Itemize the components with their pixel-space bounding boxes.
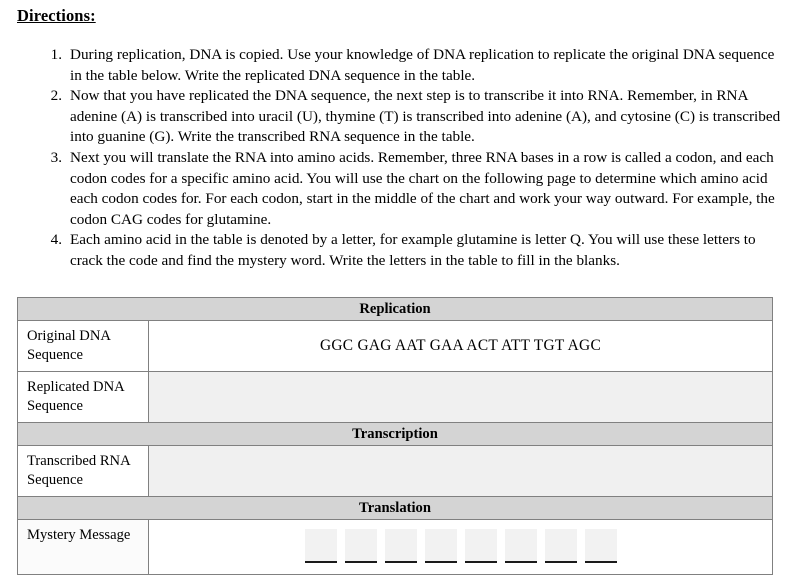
mystery-message-blank[interactable] (344, 528, 377, 563)
section-header-transcription: Transcription (17, 422, 773, 446)
mystery-message-blank[interactable] (544, 528, 577, 563)
row-label-replicated-dna: Replicated DNA Sequence (17, 371, 149, 423)
section-header-translation: Translation (17, 496, 773, 520)
section-header-replication: Replication (17, 297, 773, 321)
original-dna-sequence-value: GGC GAG AAT GAA ACT ATT TGT AGC (319, 337, 602, 354)
instruction-item-2: 2. Now that you have replicated the DNA … (42, 86, 786, 148)
instruction-item-1: 1. During replication, DNA is copied. Us… (42, 45, 786, 86)
instruction-number: 1. (50, 46, 62, 63)
instruction-item-4: 4. Each amino acid in the table is denot… (42, 230, 786, 271)
row-label-mystery-message: Mystery Message (17, 519, 149, 575)
answer-cell-original-dna: GGC GAG AAT GAA ACT ATT TGT AGC (148, 320, 773, 372)
mystery-message-blank[interactable] (304, 528, 337, 563)
instruction-text: Now that you have replicated the DNA seq… (70, 87, 781, 146)
table-row: Replication (17, 297, 773, 321)
instruction-item-3: 3. Next you will translate the RNA into … (42, 148, 786, 230)
table-row: Original DNA Sequence GGC GAG AAT GAA AC… (17, 320, 773, 372)
instruction-text: Each amino acid in the table is denoted … (70, 231, 756, 269)
mystery-message-blank[interactable] (424, 528, 457, 563)
row-label-original-dna: Original DNA Sequence (17, 320, 149, 372)
instructions-list: 1. During replication, DNA is copied. Us… (42, 45, 786, 272)
instruction-text: Next you will translate the RNA into ami… (70, 148, 775, 228)
worksheet-table: Replication Original DNA Sequence GGC GA… (17, 297, 773, 575)
mystery-message-blank[interactable] (584, 528, 617, 563)
answer-field-replicated-dna[interactable] (148, 371, 773, 423)
mystery-message-blank[interactable] (504, 528, 537, 563)
table-row: Mystery Message (17, 519, 773, 575)
table-row: Translation (17, 496, 773, 520)
table-row: Transcribed RNA Sequence (17, 445, 773, 497)
row-label-transcribed-rna: Transcribed RNA Sequence (17, 445, 149, 497)
mystery-message-blank[interactable] (384, 528, 417, 563)
instruction-number: 3. (50, 148, 62, 166)
instruction-text: During replication, DNA is copied. Use y… (70, 46, 775, 84)
answer-field-transcribed-rna[interactable] (148, 445, 773, 497)
mystery-message-blank[interactable] (464, 528, 497, 563)
worksheet-page: Directions: 1. During replication, DNA i… (0, 0, 800, 575)
mystery-message-blanks (149, 523, 772, 572)
instruction-number: 4. (50, 231, 62, 249)
table-row: Transcription (17, 422, 773, 446)
instruction-number: 2. (50, 87, 62, 105)
page-title: Directions: (17, 6, 96, 25)
answer-cell-mystery-message (148, 519, 773, 575)
table-row: Replicated DNA Sequence (17, 371, 773, 423)
